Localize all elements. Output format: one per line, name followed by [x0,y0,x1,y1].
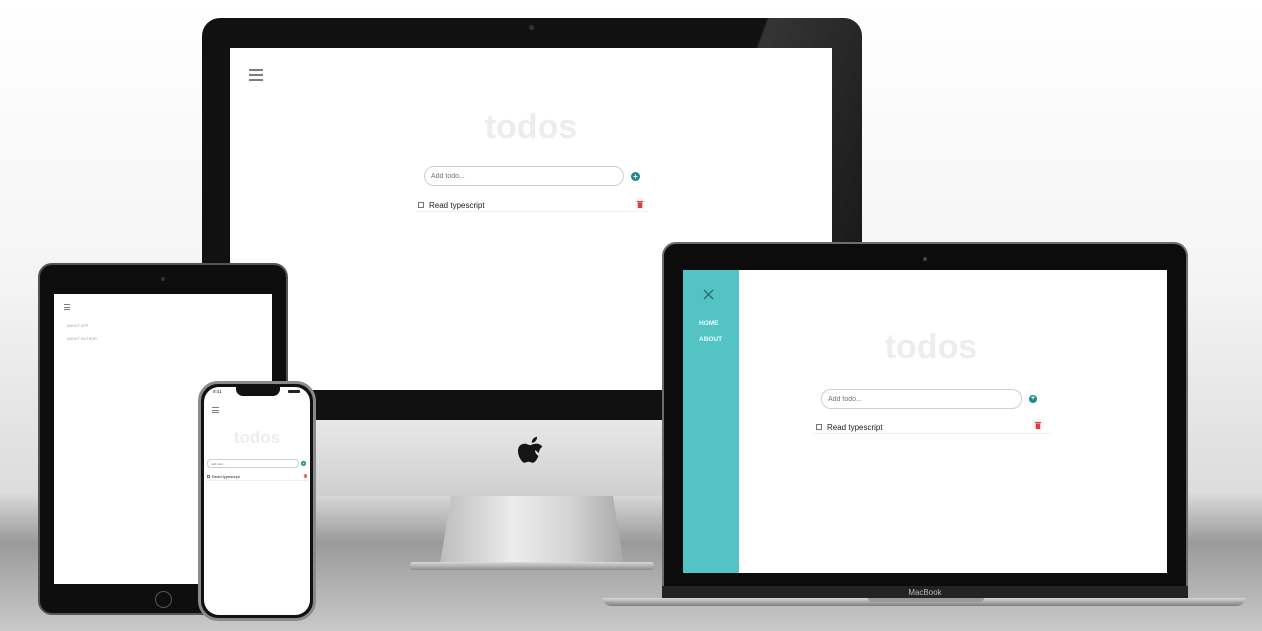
menu-link-about-author[interactable]: ABOUT AUTHOR [67,337,97,341]
add-todo-button[interactable]: + [631,172,640,181]
add-todo-button[interactable]: + [1029,395,1037,403]
iphone-notch [236,387,280,396]
imac-base [410,562,654,570]
add-todo-input[interactable] [207,459,299,468]
plus-circle-icon: + [1030,395,1036,402]
imac-stand [440,496,624,564]
status-icons [288,390,300,393]
apple-logo-icon [518,436,543,463]
todo-checkbox[interactable] [418,202,424,208]
app-title: todos [233,428,281,447]
ipad-camera [161,277,165,281]
hamburger-menu-icon[interactable] [64,304,70,313]
app-title: todos [484,108,578,146]
plus-circle-icon: + [302,461,305,466]
delete-todo-button[interactable] [634,198,646,210]
todo-checkbox[interactable] [207,475,210,478]
add-todo-input[interactable] [821,389,1022,409]
imac-camera [529,25,534,30]
macbook-screen: HOME ABOUT todos + Read typescript [683,270,1167,573]
todo-item: Read typescript [206,473,309,481]
macbook-notch [868,598,984,602]
trash-icon [303,474,307,478]
todo-label: Read typescript [827,423,883,432]
close-icon[interactable] [703,289,714,300]
add-todo-input[interactable] [424,166,624,186]
todo-label: Read typescript [212,474,240,479]
todo-item: Read typescript [814,419,1050,434]
sidebar-link-home[interactable]: HOME [699,320,719,327]
sidebar-link-about[interactable]: ABOUT [699,336,722,343]
todo-item: Read typescript [416,198,648,212]
macbook-camera [923,257,927,261]
todo-checkbox[interactable] [816,424,822,430]
delete-todo-button[interactable] [1032,419,1044,431]
hamburger-menu-icon[interactable] [249,69,263,84]
todo-label: Read typescript [429,201,485,210]
plus-circle-icon: + [633,172,638,181]
ipad-home-button[interactable] [155,591,172,608]
menu-link-about-app[interactable]: ABOUT APP [67,324,89,328]
app-title: todos [884,328,978,366]
status-time: 9:41 [213,389,222,394]
trash-icon [637,200,643,208]
add-todo-button[interactable]: + [301,461,306,466]
trash-icon [1035,421,1041,429]
sidebar-panel: HOME ABOUT [683,270,739,573]
iphone-screen: 9:41 todos + Read typescript [204,387,310,615]
delete-todo-button[interactable] [302,473,308,479]
hamburger-menu-icon[interactable] [212,407,219,416]
